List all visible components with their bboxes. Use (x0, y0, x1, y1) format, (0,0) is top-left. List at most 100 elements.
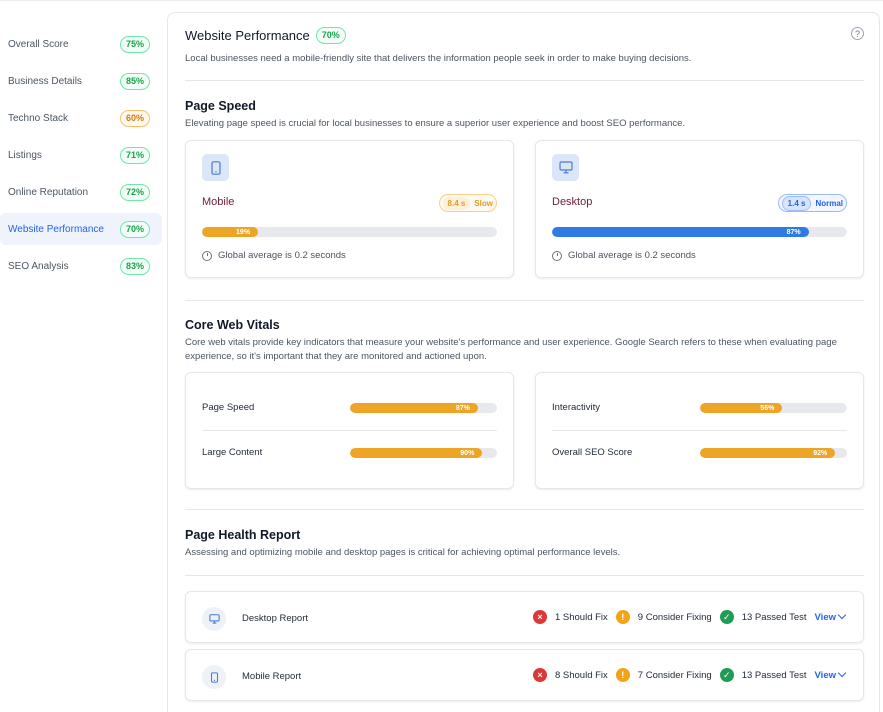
chevron-down-icon (837, 610, 847, 620)
check-icon: ✓ (719, 610, 734, 624)
desktop-load-time: 1.4 s (781, 195, 812, 211)
desktop-speed-percent: 87% (786, 228, 801, 236)
mobile-speed-rating: Slow (474, 198, 493, 208)
score-badge: 85% (119, 72, 150, 90)
phone-icon (202, 154, 229, 181)
report-stats: × 1 Should Fix ! 9 Consider Fixing ✓ 13 … (525, 610, 847, 624)
view-label: View (814, 611, 836, 623)
vital-label: Overall SEO Score (552, 447, 633, 458)
clock-icon (202, 250, 212, 261)
vital-track: 56% (700, 403, 847, 413)
mobile-label: Mobile (202, 196, 235, 208)
vital-track: 87% (350, 403, 497, 413)
top-border (0, 0, 883, 1)
vital-overall-seo-score: Overall SEO Score 92% (552, 447, 847, 459)
sidebar-item-website-performance[interactable]: Website Performance 70% (0, 213, 162, 245)
should-fix-count: 1 Should Fix (554, 611, 608, 623)
vital-divider (202, 430, 497, 431)
chevron-down-icon (837, 668, 847, 678)
passed-test-stat: ✓ 13 Passed Test (719, 610, 807, 624)
sidebar-item-label: Business Details (8, 75, 82, 87)
vital-fill: 90% (350, 448, 483, 458)
vital-label: Large Content (202, 447, 263, 458)
mobile-speed-track: 19% (202, 227, 497, 237)
main-panel: Website Performance 70% ? Local business… (167, 12, 880, 712)
desktop-speed-rating: Normal (815, 198, 843, 208)
sidebar-item-label: Overall Score (8, 38, 69, 50)
vital-track: 90% (350, 448, 497, 458)
sidebar-nav: Overall Score 75% Business Details 85% T… (0, 28, 162, 287)
vital-fill: 56% (700, 403, 783, 413)
consider-fixing-count: 7 Consider Fixing (637, 669, 712, 681)
desktop-speed-track: 87% (552, 227, 847, 237)
view-desktop-report-button[interactable]: View (814, 610, 847, 623)
sidebar-item-techno-stack[interactable]: Techno Stack 60% (0, 102, 162, 134)
mobile-speed-percent: 19% (236, 228, 251, 236)
vital-large-content: Large Content 90% (202, 447, 497, 459)
sidebar-item-online-reputation[interactable]: Online Reputation 72% (0, 176, 162, 208)
divider (185, 300, 864, 301)
error-icon: × (532, 610, 547, 624)
passed-test-stat: ✓ 13 Passed Test (719, 668, 807, 682)
help-icon[interactable]: ? (851, 27, 864, 40)
sidebar-item-listings[interactable]: Listings 71% (0, 139, 162, 171)
page-health-title: Page Health Report (185, 528, 301, 542)
sidebar-item-label: Website Performance (8, 223, 104, 235)
divider (185, 575, 864, 576)
core-web-vitals-title: Core Web Vitals (185, 318, 280, 332)
page-description: Local businesses need a mobile-friendly … (185, 53, 692, 64)
mobile-speed-fill: 19% (202, 227, 259, 237)
desktop-report-card: Desktop Report × 1 Should Fix ! 9 Consid… (185, 591, 864, 643)
monitor-icon (552, 154, 579, 181)
sidebar-item-overall-score[interactable]: Overall Score 75% (0, 28, 162, 60)
page-score-badge: 70% (315, 27, 346, 44)
sidebar-item-label: Techno Stack (8, 112, 69, 124)
sidebar-item-label: Listings (8, 149, 42, 161)
clock-icon (552, 250, 562, 261)
vital-percent: 92% (813, 449, 828, 457)
report-stats: × 8 Should Fix ! 7 Consider Fixing ✓ 13 … (525, 668, 847, 682)
mobile-global-average: Global average is 0.2 seconds (202, 250, 346, 261)
vitals-card-right: Interactivity 56% Overall SEO Score 92% (535, 372, 864, 489)
desktop-global-average-text: Global average is 0.2 seconds (568, 250, 696, 261)
score-badge: 70% (119, 220, 150, 238)
vital-percent: 87% (455, 404, 470, 412)
score-badge: 71% (119, 146, 150, 164)
sidebar-item-business-details[interactable]: Business Details 85% (0, 65, 162, 97)
vital-track: 92% (700, 448, 847, 458)
mobile-speed-badge: 8.4 s Slow (438, 194, 497, 212)
mobile-global-average-text: Global average is 0.2 seconds (218, 250, 346, 261)
page-title: Website Performance (185, 28, 310, 43)
error-icon: × (532, 668, 547, 682)
view-mobile-report-button[interactable]: View (814, 668, 847, 681)
score-badge: 83% (119, 257, 150, 275)
check-icon: ✓ (719, 668, 734, 682)
sidebar-item-label: SEO Analysis (8, 260, 69, 272)
sidebar-item-seo-analysis[interactable]: SEO Analysis 83% (0, 250, 162, 282)
should-fix-stat: × 8 Should Fix (532, 668, 608, 682)
mobile-report-card: Mobile Report × 8 Should Fix ! 7 Conside… (185, 649, 864, 701)
consider-fixing-count: 9 Consider Fixing (637, 611, 712, 623)
vital-label: Page Speed (202, 402, 255, 413)
consider-fixing-stat: ! 7 Consider Fixing (615, 668, 712, 682)
vital-fill: 87% (350, 403, 478, 413)
vital-label: Interactivity (552, 402, 601, 413)
desktop-label: Desktop (552, 196, 593, 208)
page-speed-description: Elevating page speed is crucial for loca… (185, 118, 686, 129)
warning-icon: ! (615, 668, 630, 682)
vital-interactivity: Interactivity 56% (552, 402, 847, 414)
divider (185, 509, 864, 510)
vital-page-speed: Page Speed 87% (202, 402, 497, 414)
mobile-speed-card: Mobile 8.4 s Slow 19% Global average is … (185, 140, 514, 278)
mobile-load-time: 8.4 s (442, 196, 471, 210)
vital-fill: 92% (700, 448, 836, 458)
page-speed-title: Page Speed (185, 99, 256, 113)
should-fix-count: 8 Should Fix (554, 669, 608, 681)
should-fix-stat: × 1 Should Fix (532, 610, 608, 624)
view-label: View (814, 669, 836, 681)
warning-icon: ! (615, 610, 630, 624)
passed-test-count: 13 Passed Test (741, 611, 807, 623)
desktop-speed-card: Desktop 1.4 s Normal 87% Global average … (535, 140, 864, 278)
vital-percent: 56% (760, 404, 775, 412)
page-health-description: Assessing and optimizing mobile and desk… (185, 547, 621, 558)
